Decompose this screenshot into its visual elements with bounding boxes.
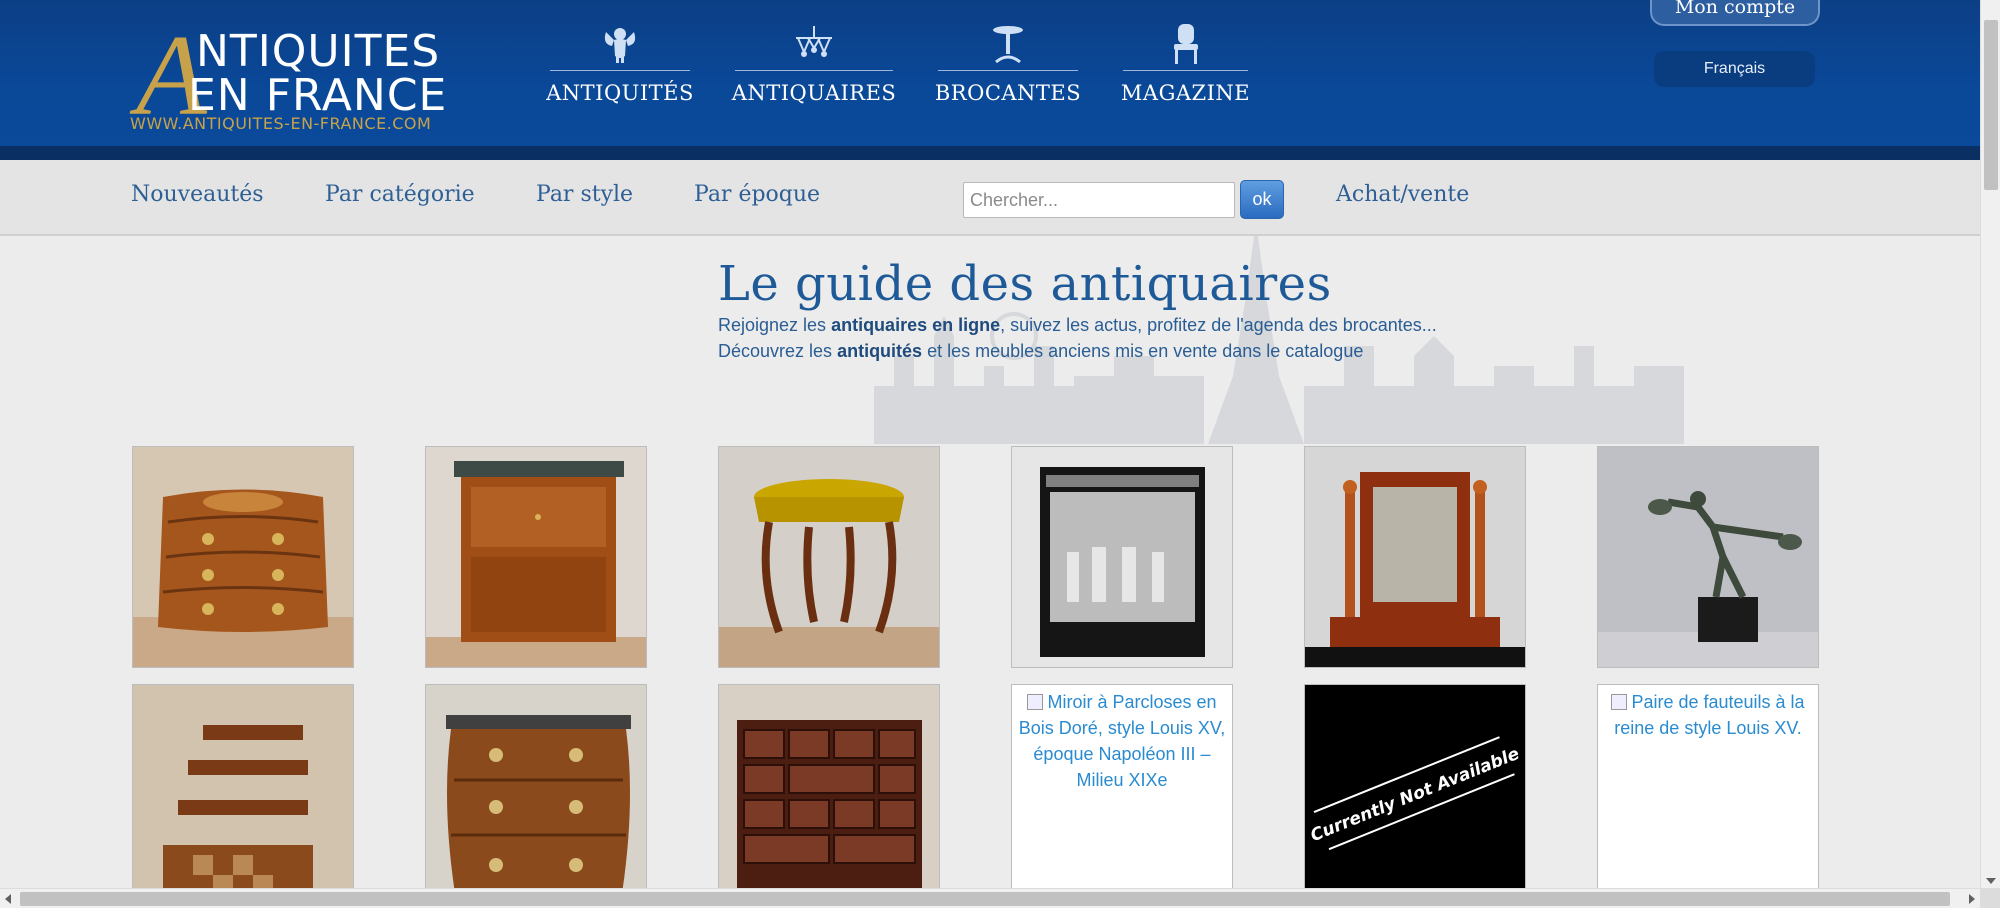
product-tile[interactable]: Paire de fauteuils à la reine de style L…: [1597, 684, 1819, 906]
product-image-nesting-tables: [133, 685, 353, 905]
site-logo[interactable]: A NTIQUITES EN FRANCE WWW.ANTIQUITES-EN-…: [128, 18, 448, 134]
product-image-bronze-dancer: [1598, 447, 1818, 667]
nav-antiquites[interactable]: ANTIQUITÉS: [546, 20, 693, 110]
nav-label: BROCANTES: [934, 81, 1082, 105]
sub-nav-nouveautes[interactable]: Nouveautés: [131, 182, 264, 207]
product-tile[interactable]: [132, 684, 354, 906]
product-image-liquor-cabinet: [1012, 447, 1232, 667]
nav-brocantes[interactable]: BROCANTES: [934, 20, 1082, 110]
nav-label: ANTIQUAIRES: [731, 81, 897, 105]
sub-nav-par-style[interactable]: Par style: [536, 182, 633, 207]
product-tile[interactable]: Currently Not Available: [1304, 684, 1526, 906]
product-image-stool: [719, 447, 939, 667]
intro-section: Le guide des antiquaires Rejoignez les a…: [718, 256, 1618, 364]
my-account-button[interactable]: Mon compte: [1650, 0, 1820, 26]
cherub-icon: [604, 28, 636, 63]
product-tile[interactable]: [1011, 446, 1233, 668]
sub-nav-par-categorie[interactable]: Par catégorie: [325, 182, 475, 207]
product-tile[interactable]: [425, 446, 647, 668]
nav-antiquaires[interactable]: ANTIQUAIRES: [732, 20, 896, 110]
product-image-commode: [133, 447, 353, 667]
language-selector[interactable]: Français: [1654, 51, 1815, 87]
nav-label: ANTIQUITÉS: [546, 81, 694, 105]
link-antiquaires-en-ligne[interactable]: antiquaires en ligne: [831, 315, 1000, 335]
logo-url: WWW.ANTIQUITES-EN-FRANCE.COM: [130, 114, 432, 133]
product-tile[interactable]: [132, 446, 354, 668]
sub-nav: Nouveautés Par catégorie Par style Par é…: [0, 160, 1980, 236]
intro-line-2: Découvrez les antiquités et les meubles …: [718, 341, 1364, 361]
search-submit-button[interactable]: ok: [1240, 180, 1284, 219]
product-image-cabinet-drawers: [719, 685, 939, 905]
scroll-left-arrow-icon[interactable]: [5, 894, 11, 904]
broken-image-icon: [1027, 694, 1044, 710]
product-tile[interactable]: [425, 684, 647, 906]
armchair-icon: [1173, 24, 1198, 64]
vertical-scrollbar[interactable]: [1980, 0, 2000, 888]
logo-line-1: NTIQUITES: [196, 26, 441, 77]
link-antiquites[interactable]: antiquités: [837, 341, 922, 361]
not-available-image: Currently Not Available: [1305, 685, 1525, 905]
sub-nav-achat-vente[interactable]: Achat/vente: [1336, 182, 1469, 207]
search-input[interactable]: [963, 182, 1235, 218]
product-tile[interactable]: [718, 446, 940, 668]
pedestal-table-icon: [993, 26, 1023, 64]
vertical-scroll-thumb[interactable]: [1984, 20, 1998, 190]
product-tile[interactable]: [1304, 446, 1526, 668]
scroll-down-arrow-icon[interactable]: [1986, 878, 1996, 884]
broken-image-alt: Paire de fauteuils à la reine de style L…: [1611, 692, 1805, 738]
nav-label: MAGAZINE: [1120, 81, 1251, 105]
product-tile[interactable]: [718, 684, 940, 906]
scroll-right-arrow-icon[interactable]: [1969, 894, 1975, 904]
product-image-commode-tombeau: [426, 685, 646, 905]
page-title: Le guide des antiquaires: [718, 256, 1332, 312]
chandelier-icon: [796, 26, 832, 57]
product-tile[interactable]: [1597, 446, 1819, 668]
intro-line-1: Rejoignez les antiquaires en ligne, suiv…: [718, 315, 1437, 335]
sub-nav-par-epoque[interactable]: Par époque: [694, 182, 820, 207]
broken-image-alt: Miroir à Parcloses en Bois Doré, style L…: [1018, 692, 1226, 790]
product-image-dressing-mirror: [1305, 447, 1525, 667]
logo-line-2: EN FRANCE: [188, 70, 448, 121]
product-tile[interactable]: Miroir à Parcloses en Bois Doré, style L…: [1011, 684, 1233, 906]
site-header: A NTIQUITES EN FRANCE WWW.ANTIQUITES-EN-…: [0, 0, 1980, 160]
horizontal-scrollbar[interactable]: [0, 888, 1980, 908]
product-image-secretaire: [426, 447, 646, 667]
horizontal-scroll-thumb[interactable]: [20, 892, 1950, 906]
nav-magazine[interactable]: MAGAZINE: [1120, 20, 1251, 110]
broken-image-icon: [1611, 694, 1628, 710]
